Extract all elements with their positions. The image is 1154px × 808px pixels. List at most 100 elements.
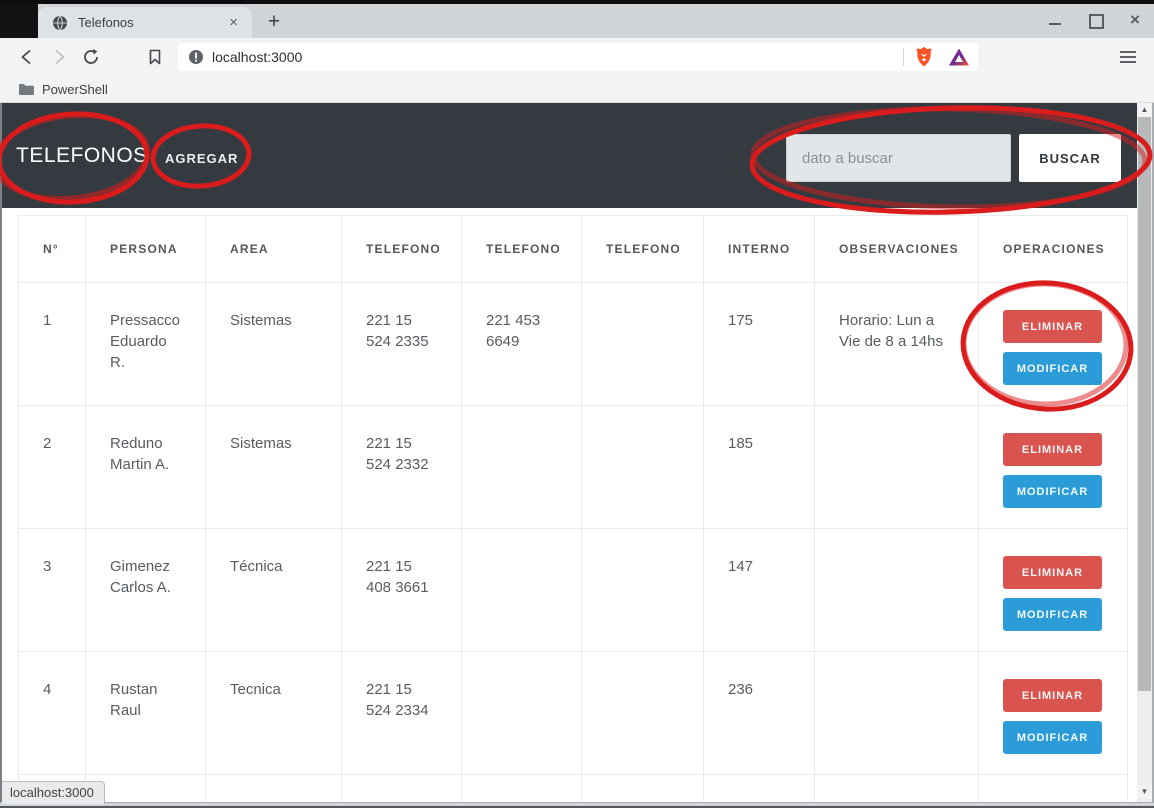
brave-shield-icon[interactable] <box>914 46 934 68</box>
cell-interno: 175 <box>704 283 815 406</box>
cell-n: 2 <box>19 406 86 529</box>
column-header: OPERACIONES <box>979 216 1128 283</box>
column-header: PERSONA <box>86 216 206 283</box>
maximize-button[interactable] <box>1086 11 1104 29</box>
cell-telefono3 <box>582 283 704 406</box>
cell-telefono2 <box>462 529 582 652</box>
window-bottom-frame <box>0 802 1154 808</box>
bookmark-item-powershell[interactable]: PowerShell <box>42 82 108 97</box>
cell-telefono2 <box>462 775 582 803</box>
cell-telefono3 <box>582 406 704 529</box>
browser-toolbar: localhost:3000 <box>0 38 1154 76</box>
cell-n: 3 <box>19 529 86 652</box>
cell-telefono3 <box>582 529 704 652</box>
column-header: INTERNO <box>704 216 815 283</box>
cell-operaciones: ELIMINARMODIFICAR <box>979 775 1128 803</box>
eliminar-button[interactable]: ELIMINAR <box>1003 310 1102 343</box>
cell-area: Sistemas <box>206 406 342 529</box>
cell-interno: 147 <box>704 529 815 652</box>
eliminar-button[interactable]: ELIMINAR <box>1003 433 1102 466</box>
frame-top-edge <box>0 0 1154 4</box>
cell-telefono2 <box>462 652 582 775</box>
cell-operaciones: ELIMINAR MODIFICAR <box>979 652 1128 775</box>
cell-telefono3 <box>582 775 704 803</box>
menu-button[interactable] <box>1120 48 1138 64</box>
cell-telefono3 <box>582 652 704 775</box>
eliminar-button[interactable]: ELIMINAR <box>1003 556 1102 589</box>
bookmarks-bar: PowerShell <box>0 76 1154 103</box>
cell-persona: Reduno Martin A. <box>86 406 206 529</box>
nav-link-agregar[interactable]: AGREGAR <box>165 151 238 166</box>
scroll-up-icon[interactable]: ▲ <box>1137 103 1152 117</box>
table-row: 4Rustan RaulTecnica221 15 524 2334236ELI… <box>19 652 1128 775</box>
cell-observaciones <box>815 652 979 775</box>
scroll-down-icon[interactable]: ▼ <box>1137 785 1152 799</box>
cell-observaciones: Horario: Lun a Vie de 8 a 14hs <box>815 283 979 406</box>
cell-telefono1: 221 15 408 3661 <box>342 529 462 652</box>
cell-observaciones <box>815 775 979 803</box>
cell-telefono1 <box>342 775 462 803</box>
frame-corner <box>0 0 38 38</box>
modificar-button[interactable]: MODIFICAR <box>1003 598 1102 631</box>
omnibox-divider <box>903 48 904 66</box>
modificar-button[interactable]: MODIFICAR <box>1003 475 1102 508</box>
back-button[interactable] <box>12 38 42 76</box>
app-navbar: TELEFONOS AGREGAR BUSCAR <box>2 103 1137 208</box>
column-header: TELEFONO <box>342 216 462 283</box>
url-text: localhost:3000 <box>212 49 893 65</box>
close-window-button[interactable]: × <box>1126 11 1144 29</box>
minimize-button[interactable] <box>1046 11 1064 29</box>
cell-n: 4 <box>19 652 86 775</box>
scrollbar-thumb[interactable] <box>1138 117 1151 691</box>
cell-area <box>206 775 342 803</box>
column-header: TELEFONO <box>462 216 582 283</box>
globe-favicon-icon <box>52 15 68 31</box>
table-row: 2Reduno Martin A.Sistemas221 15 524 2332… <box>19 406 1128 529</box>
buscar-button[interactable]: BUSCAR <box>1019 134 1121 182</box>
column-header: N° <box>19 216 86 283</box>
modificar-button[interactable]: MODIFICAR <box>1003 352 1102 385</box>
eliminar-button[interactable]: ELIMINAR <box>1003 679 1102 712</box>
column-header: OBSERVACIONES <box>815 216 979 283</box>
bookmark-icon[interactable] <box>140 38 170 76</box>
modificar-button[interactable]: MODIFICAR <box>1003 721 1102 754</box>
cell-observaciones <box>815 529 979 652</box>
cell-interno <box>704 775 815 803</box>
cell-n: 1 <box>19 283 86 406</box>
table-header-row: N°PERSONAAREATELEFONOTELEFONOTELEFONOINT… <box>19 216 1128 283</box>
page-scrollbar[interactable]: ▲ ▼ <box>1137 103 1152 802</box>
cell-telefono1: 221 15 524 2332 <box>342 406 462 529</box>
status-bubble: localhost:3000 <box>2 781 105 804</box>
tab-strip: Telefonos × + × <box>0 0 1154 38</box>
phones-table: N°PERSONAAREATELEFONOTELEFONOTELEFONOINT… <box>18 215 1128 802</box>
cell-area: Sistemas <box>206 283 342 406</box>
cell-operaciones: ELIMINAR MODIFICAR <box>979 406 1128 529</box>
cell-operaciones: ELIMINAR MODIFICAR <box>979 283 1128 406</box>
cell-persona: Rustan Raul <box>86 652 206 775</box>
cell-telefono1: 221 15 524 2335 <box>342 283 462 406</box>
column-header: TELEFONO <box>582 216 704 283</box>
table-row: ELIMINARMODIFICAR <box>19 775 1128 803</box>
webpage: TELEFONOS AGREGAR BUSCAR N°PERSONAAREATE… <box>2 103 1137 802</box>
cell-observaciones <box>815 406 979 529</box>
column-header: AREA <box>206 216 342 283</box>
cell-telefono2 <box>462 406 582 529</box>
cell-persona: Gimenez Carlos A. <box>86 529 206 652</box>
new-tab-button[interactable]: + <box>262 11 286 35</box>
bat-rewards-icon[interactable] <box>948 47 970 67</box>
cell-area: Tecnica <box>206 652 342 775</box>
address-bar[interactable]: localhost:3000 <box>178 43 978 71</box>
cell-operaciones: ELIMINAR MODIFICAR <box>979 529 1128 652</box>
search-input[interactable] <box>786 134 1011 182</box>
cell-interno: 236 <box>704 652 815 775</box>
tab-telefonos[interactable]: Telefonos × <box>38 7 252 38</box>
cell-area: Técnica <box>206 529 342 652</box>
forward-button[interactable] <box>44 38 74 76</box>
tab-title: Telefonos <box>78 15 225 30</box>
close-tab-icon[interactable]: × <box>225 13 242 32</box>
site-info-icon[interactable] <box>188 49 204 65</box>
cell-interno: 185 <box>704 406 815 529</box>
reload-button[interactable] <box>76 38 106 76</box>
folder-icon <box>18 83 34 96</box>
app-brand[interactable]: TELEFONOS <box>16 144 148 168</box>
